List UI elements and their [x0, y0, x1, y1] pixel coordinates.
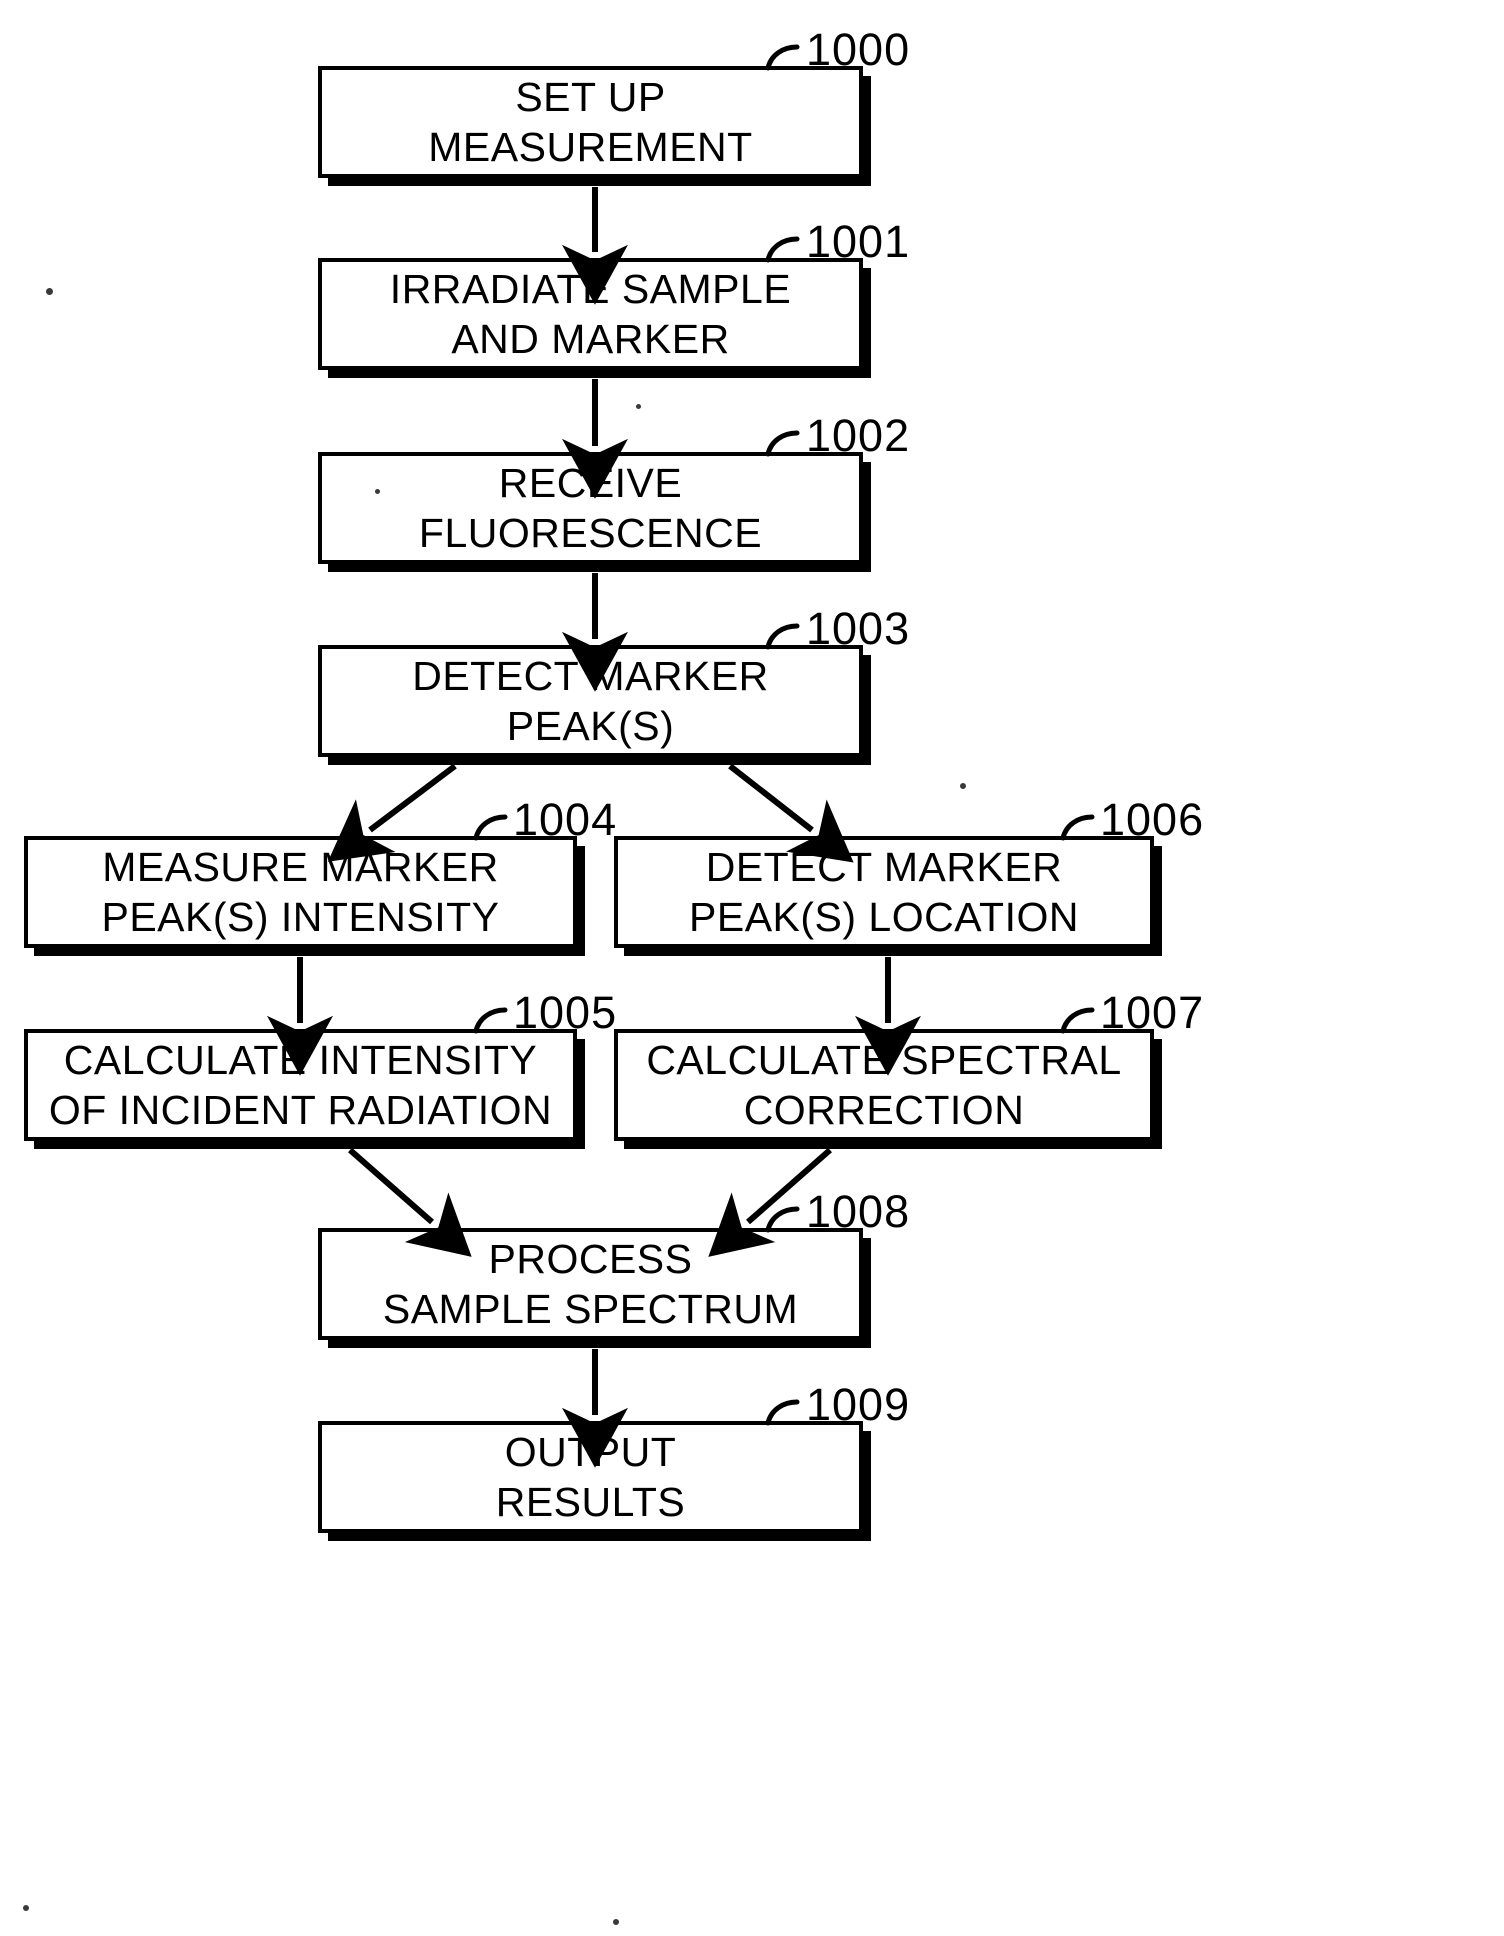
node-label-line: MEASUREMENT: [428, 124, 753, 170]
scan-speck: [960, 783, 966, 789]
node-label-line: CORRECTION: [743, 1087, 1025, 1133]
reference-numeral-1003: 1003: [806, 603, 911, 654]
node-label-line: PROCESS: [488, 1235, 693, 1282]
process-node-1002[interactable]: RECEIVE FLUORESCENCE: [318, 452, 863, 564]
reference-numeral-1008: 1008: [806, 1186, 911, 1237]
reference-numeral-1004: 1004: [513, 794, 618, 845]
node-label-line: CALCULATE SPECTRAL: [646, 1036, 1122, 1083]
node-label-line: RECEIVE: [498, 459, 683, 506]
process-node-1006[interactable]: DETECT MARKER PEAK(S) LOCATION: [614, 836, 1154, 948]
node-label-line: SAMPLE SPECTRUM: [382, 1286, 799, 1332]
node-label-line: OUTPUT: [504, 1428, 677, 1475]
process-node-1008[interactable]: PROCESS SAMPLE SPECTRUM: [318, 1228, 863, 1340]
node-label-line: OF INCIDENT RADIATION: [48, 1087, 553, 1133]
process-node-1004[interactable]: MEASURE MARKER PEAK(S) INTENSITY: [24, 836, 577, 948]
node-label-line: DETECT MARKER: [412, 652, 769, 699]
scan-speck: [375, 489, 380, 494]
scan-speck: [636, 404, 641, 409]
process-node-1009[interactable]: OUTPUT RESULTS: [318, 1421, 863, 1533]
node-label-line: MEASURE MARKER: [102, 843, 499, 890]
reference-numeral-1007: 1007: [1100, 987, 1205, 1038]
node-label-line: PEAK(S) INTENSITY: [101, 894, 500, 940]
node-label-line: DETECT MARKER: [705, 843, 1063, 890]
process-node-1007[interactable]: CALCULATE SPECTRAL CORRECTION: [614, 1029, 1154, 1141]
scan-speck: [613, 1919, 619, 1925]
node-label-line: SET UP: [515, 73, 666, 120]
node-label-line: FLUORESCENCE: [418, 510, 763, 556]
reference-numeral-1001: 1001: [806, 216, 911, 267]
process-node-1005[interactable]: CALCULATE INTENSITY OF INCIDENT RADIATIO…: [24, 1029, 577, 1141]
node-label-line: PEAK(S): [506, 703, 675, 749]
node-label-line: AND MARKER: [451, 316, 730, 362]
node-label-line: PEAK(S) LOCATION: [689, 894, 1079, 940]
node-label-line: RESULTS: [495, 1479, 686, 1525]
process-node-1003[interactable]: DETECT MARKER PEAK(S): [318, 645, 863, 757]
node-label-line: IRRADIATE SAMPLE: [389, 265, 792, 312]
reference-numeral-1005: 1005: [513, 987, 618, 1038]
scan-speck: [23, 1905, 29, 1911]
reference-numeral-1000: 1000: [806, 24, 911, 75]
reference-numeral-1002: 1002: [806, 410, 911, 461]
node-label-line: CALCULATE INTENSITY: [63, 1036, 538, 1083]
reference-numeral-1006: 1006: [1100, 794, 1205, 845]
reference-numeral-1009: 1009: [806, 1379, 911, 1430]
process-node-1000[interactable]: SET UP MEASUREMENT: [318, 66, 863, 178]
scan-speck: [46, 288, 53, 295]
figure-canvas: SET UP MEASUREMENT IRRADIATE SAMPLE AND …: [0, 0, 1504, 1936]
process-node-1001[interactable]: IRRADIATE SAMPLE AND MARKER: [318, 258, 863, 370]
